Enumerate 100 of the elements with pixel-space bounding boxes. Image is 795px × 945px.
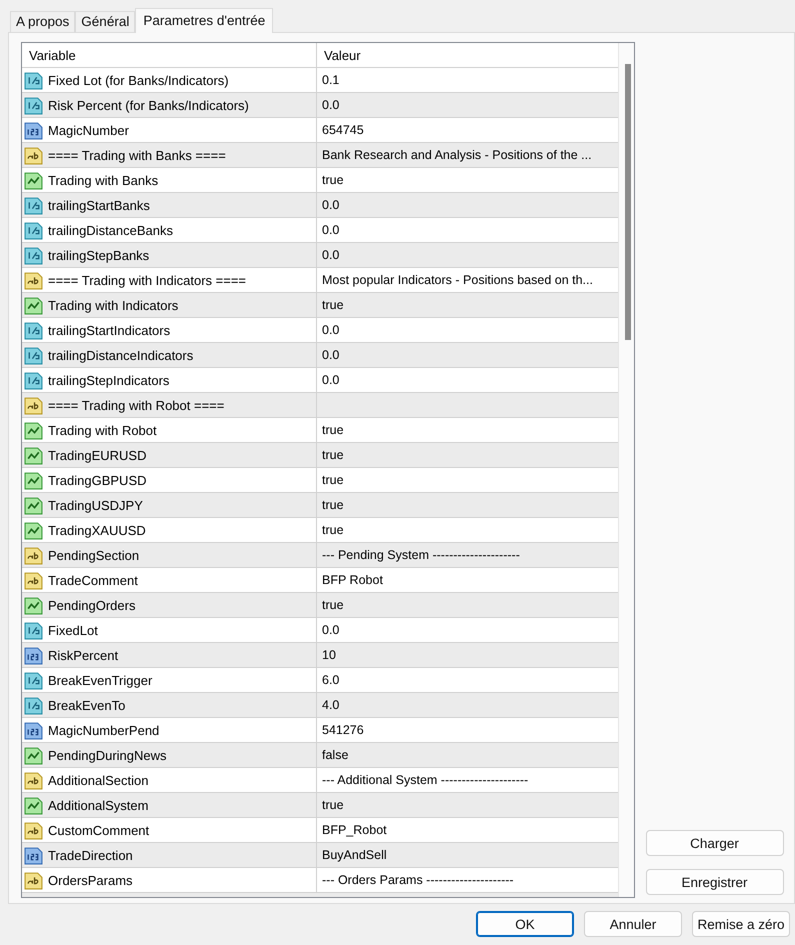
table-row[interactable]: TradeComment BFP Robot	[22, 568, 618, 593]
dialog-button[interactable]: Annuler	[584, 911, 682, 937]
table-row[interactable]: CustomComment BFP_Robot	[22, 818, 618, 843]
dialog-button[interactable]: OK	[476, 911, 574, 937]
table-row[interactable]: Trading with Indicators true	[22, 293, 618, 318]
table-row[interactable]: trailingDistanceIndicators 0.0	[22, 343, 618, 368]
table-row[interactable]: PendingDuringNews false	[22, 743, 618, 768]
table-row[interactable]: PendingSection --- Pending System ---------------------	[22, 543, 618, 568]
value-text: --- Pending System ---------------------	[322, 548, 520, 562]
table-row[interactable]: FixedLot 0.0	[22, 618, 618, 643]
table-row[interactable]: BreakEvenTo 4.0	[22, 693, 618, 718]
value-text: 0.0	[322, 323, 340, 337]
value-text: BuyAndSell	[322, 848, 387, 862]
table-row[interactable]: ==== Trading with Banks ==== Bank Research and Analysis - Positions of the ...	[22, 143, 618, 168]
variable-name: trailingDistanceBanks	[48, 222, 174, 238]
variable-name: TradingGBPUSD	[48, 472, 146, 488]
table-row[interactable]: AdditionalSystem true	[22, 793, 618, 818]
value-text: --- Orders Params ---------------------	[322, 873, 514, 887]
table-row[interactable]: AdditionalSection --- Additional System ---------------------	[22, 768, 618, 793]
document-icon	[24, 720, 43, 740]
table-row[interactable]: TradingGBPUSD true	[22, 468, 618, 493]
tab[interactable]: Général	[75, 11, 136, 32]
table-row[interactable]: TradingUSDJPY true	[22, 493, 618, 518]
variable-name: BreakEvenTrigger	[48, 672, 152, 688]
side-button[interactable]: Charger	[646, 830, 784, 856]
scrollbar[interactable]	[618, 43, 634, 897]
variable-name: AdditionalSection	[48, 772, 148, 788]
value-text: 6.0	[322, 673, 340, 687]
value-text: BFP Robot	[322, 573, 383, 587]
value-text: true	[322, 498, 344, 512]
variable-name: Trading with Banks	[48, 172, 158, 188]
scrollbar-thumb[interactable]	[625, 64, 631, 340]
value-text: 10	[322, 648, 336, 662]
variable-name: FixedLot	[48, 622, 98, 638]
document-icon	[24, 396, 43, 414]
value-text: 541276	[322, 723, 364, 737]
variable-name: RiskPercent	[48, 648, 118, 662]
table-row[interactable]: trailingDistanceBanks 0.0	[22, 218, 618, 243]
value-text: true	[322, 523, 344, 537]
dialog-button[interactable]: Remise a zéro	[692, 911, 790, 937]
table-row[interactable]: Trading with Robot true	[22, 418, 618, 443]
value-text: 0.0	[322, 623, 340, 637]
value-text: 0.0	[322, 198, 340, 212]
variable-name: Trading with Robot	[48, 422, 157, 438]
document-icon	[24, 820, 43, 840]
document-icon	[24, 796, 43, 814]
variable-name: AdditionalSystem	[48, 798, 148, 812]
variable-name: CustomComment	[48, 822, 150, 838]
document-icon	[24, 420, 43, 440]
table-row[interactable]: Fixed Lot (for Banks/Indicators) 0.1	[22, 68, 618, 93]
variable-name: Fixed Lot (for Banks/Indicators)	[48, 72, 229, 88]
column-header[interactable]: Variable	[22, 43, 317, 67]
variable-name: PendingSection	[48, 548, 140, 562]
variable-name: ==== Trading with Indicators ====	[48, 272, 246, 288]
document-icon	[24, 670, 43, 690]
value-text: false	[322, 748, 348, 762]
table-row[interactable]: Risk Percent (for Banks/Indicators) 0.0	[22, 93, 618, 118]
table-row[interactable]: MagicNumberPend 541276	[22, 718, 618, 743]
document-icon	[24, 870, 43, 890]
document-icon	[24, 496, 43, 514]
table-row[interactable]: trailingStepBanks 0.0	[22, 243, 618, 268]
value-text: true	[322, 448, 344, 462]
value-text: Bank Research and Analysis - Positions of the ...	[322, 148, 592, 162]
variable-name: MagicNumber	[48, 122, 129, 138]
table-row[interactable]: trailingStartBanks 0.0	[22, 193, 618, 218]
value-text: 654745	[322, 123, 364, 137]
value-text: true	[322, 473, 344, 487]
side-button[interactable]: Enregistrer	[646, 869, 784, 895]
table-row[interactable]: RiskPercent 10	[22, 643, 618, 668]
variable-name: TradeComment	[48, 572, 138, 588]
table-row[interactable]: ==== Trading with Robot ====	[22, 393, 618, 418]
document-icon	[24, 70, 43, 90]
value-text: true	[322, 798, 344, 812]
table-row[interactable]: TradingXAUUSD true	[22, 518, 618, 543]
tab[interactable]: Parametres d'entrée	[135, 8, 274, 33]
variable-name: TradingXAUUSD	[48, 522, 146, 538]
table-row[interactable]: TradingEURUSD true	[22, 443, 618, 468]
value-text: 0.0	[322, 248, 340, 262]
table-row[interactable]: trailingStepIndicators 0.0	[22, 368, 618, 393]
document-icon	[24, 546, 43, 564]
value-text: --- Additional System ---------------------	[322, 773, 528, 787]
variable-name: ==== Trading with Banks ====	[48, 148, 226, 162]
value-text: 0.0	[322, 223, 340, 237]
value-text: true	[322, 598, 344, 612]
variable-name: PendingDuringNews	[48, 748, 167, 762]
variable-name: BreakEvenTo	[48, 698, 126, 712]
table-row[interactable]: ==== Trading with Indicators ==== Most popular Indicators - Positions based on th...	[22, 268, 618, 293]
document-icon	[24, 196, 43, 214]
table-row[interactable]: trailingStartIndicators 0.0	[22, 318, 618, 343]
tab[interactable]: A propos	[10, 11, 76, 32]
table-row[interactable]: BreakEvenTrigger 6.0	[22, 668, 618, 693]
table-row[interactable]: MagicNumber 654745	[22, 118, 618, 143]
table-row[interactable]: TradeDirection BuyAndSell	[22, 843, 618, 868]
table-row[interactable]: OrdersParams --- Orders Params ---------------------	[22, 868, 618, 893]
variable-name: trailingDistanceIndicators	[48, 348, 194, 362]
document-icon	[24, 846, 43, 864]
column-header[interactable]: Valeur	[317, 43, 618, 67]
value-text: 4.0	[322, 698, 340, 712]
table-row[interactable]: Trading with Banks true	[22, 168, 618, 193]
table-row[interactable]: PendingOrders true	[22, 593, 618, 618]
